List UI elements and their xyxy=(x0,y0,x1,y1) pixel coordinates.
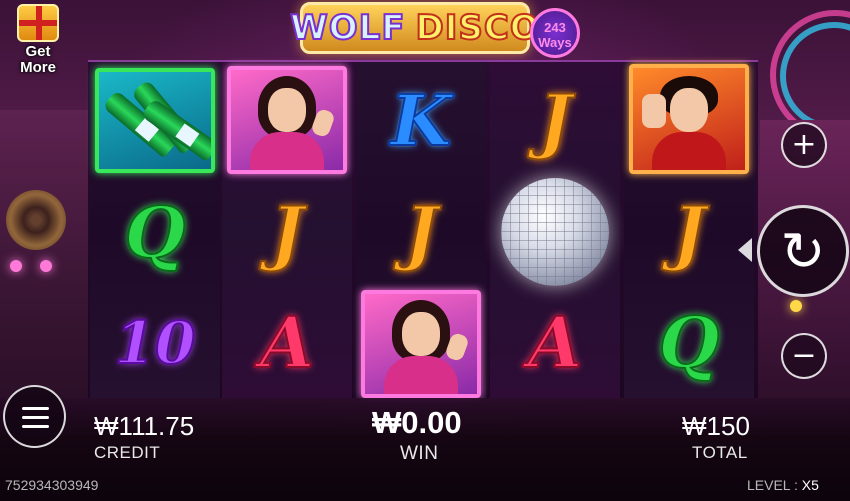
lamp-decoration xyxy=(40,260,52,272)
bet-increase-button[interactable]: + xyxy=(781,122,827,168)
game-stage: Get More WOLF DISCO 243 Ways Q 10 J A K … xyxy=(0,0,850,501)
club-background-left xyxy=(0,110,90,410)
plus-icon: + xyxy=(791,127,817,162)
ways-count: 243 xyxy=(544,20,566,35)
logo-word-2: DISCO xyxy=(415,7,540,49)
level-indicator: LEVEL : X5 xyxy=(747,477,819,493)
j-symbol: J xyxy=(269,190,304,274)
q-symbol: Q xyxy=(658,300,721,384)
disco-ball-icon xyxy=(501,178,609,286)
hamburger-icon xyxy=(22,416,49,419)
hamburger-icon xyxy=(22,407,49,410)
level-label: LEVEL : xyxy=(747,477,798,493)
woman-symbol xyxy=(227,66,347,174)
logo-word-1: WOLF xyxy=(289,7,406,49)
woman-symbol xyxy=(361,290,481,398)
lamp-decoration xyxy=(790,300,802,312)
k-symbol: K xyxy=(390,78,453,162)
session-id: 752934303949 xyxy=(5,477,99,493)
reel-1: Q 10 xyxy=(90,62,220,400)
total-bet-label: TOTAL xyxy=(692,443,748,462)
woman-character-icon xyxy=(244,74,336,170)
win-label: WIN xyxy=(400,443,439,464)
ways-label: Ways xyxy=(538,35,572,50)
reel-5: J Q xyxy=(624,62,754,400)
man-symbol xyxy=(629,64,749,174)
reel-3: K J xyxy=(356,62,486,400)
minus-icon: − xyxy=(791,338,817,373)
ten-symbol: 10 xyxy=(114,308,197,377)
hamburger-icon xyxy=(22,425,49,428)
woman-character-icon xyxy=(378,298,470,394)
record-disc-decoration xyxy=(6,190,66,250)
get-more-button[interactable]: Get More xyxy=(6,4,70,84)
a-symbol: A xyxy=(527,300,583,384)
ways-badge: 243 Ways xyxy=(530,8,580,58)
reel-2: J A xyxy=(222,62,352,400)
reel-4: J A xyxy=(490,62,620,400)
spin-button[interactable]: ↻ xyxy=(757,205,849,297)
win-value: ₩0.00 xyxy=(372,405,462,440)
bet-decrease-button[interactable]: − xyxy=(781,333,827,379)
q-symbol: Q xyxy=(124,190,187,274)
gift-box-icon xyxy=(17,4,59,42)
autoplay-arrow-icon[interactable] xyxy=(738,238,752,262)
game-logo: WOLF DISCO xyxy=(289,2,540,54)
man-character-icon xyxy=(642,74,732,170)
menu-button[interactable] xyxy=(3,385,66,448)
get-more-line1: Get xyxy=(25,43,51,60)
total-bet-value: ₩150 xyxy=(682,411,750,441)
bottles-symbol xyxy=(95,68,215,173)
credit-value: ₩111.75 xyxy=(94,411,195,441)
j-symbol: J xyxy=(537,78,572,162)
j-symbol: J xyxy=(671,190,706,274)
reel-grid: Q 10 J A K J J A J Q xyxy=(88,60,758,400)
a-symbol: A xyxy=(259,300,315,384)
get-more-line2: More xyxy=(20,59,56,76)
spin-icon: ↻ xyxy=(780,219,826,283)
lamp-decoration xyxy=(10,260,22,272)
j-symbol: J xyxy=(403,190,438,274)
credit-label: CREDIT xyxy=(94,443,161,462)
level-value: X5 xyxy=(801,477,819,493)
disco-ball-symbol xyxy=(495,174,615,290)
